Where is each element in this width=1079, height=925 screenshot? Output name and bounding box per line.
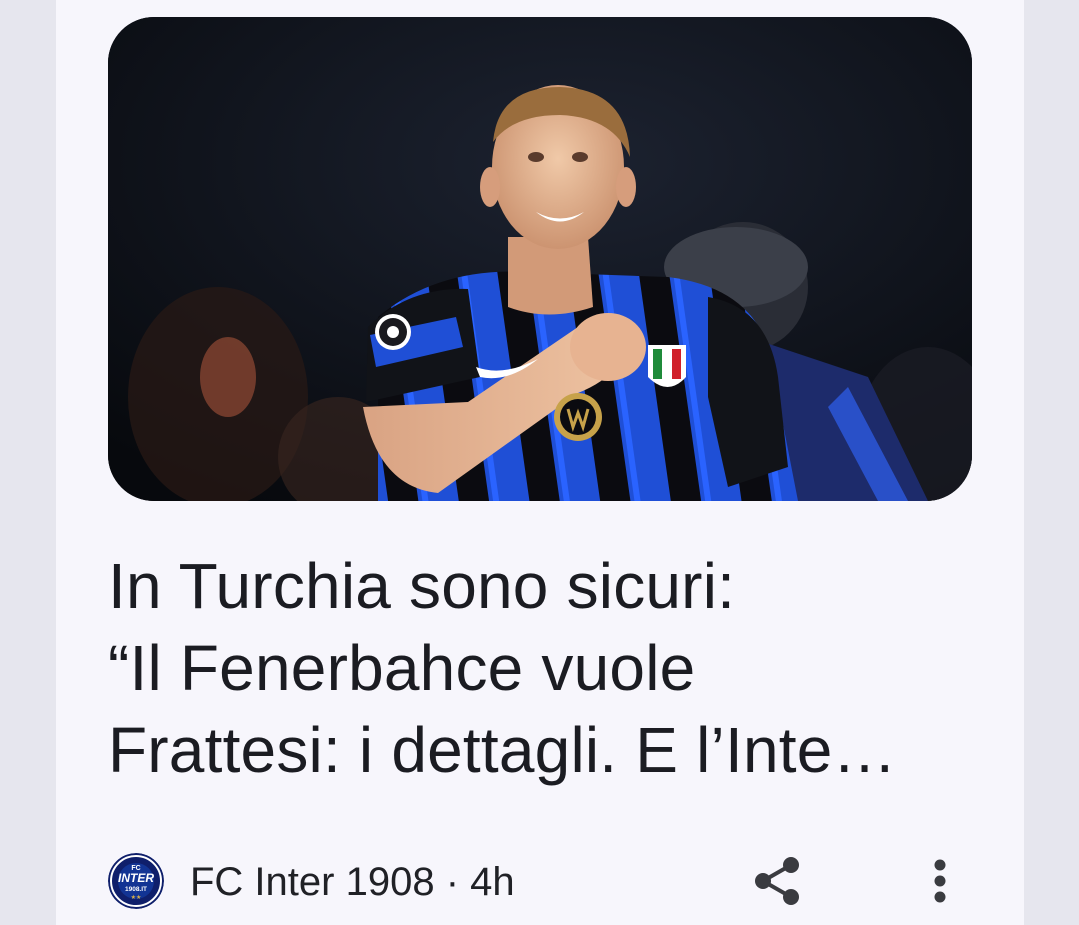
share-icon [755, 857, 799, 905]
player-photo [108, 17, 972, 501]
svg-text:★★: ★★ [131, 894, 142, 901]
more-vert-icon [934, 859, 946, 903]
meta-separator: · [445, 860, 460, 904]
share-button[interactable] [748, 851, 808, 911]
headline-line-1: In Turchia sono sicuri: [108, 550, 736, 622]
news-card[interactable]: In Turchia sono sicuri: “Il Fenerbahce v… [56, 0, 1024, 925]
article-headline[interactable]: In Turchia sono sicuri: “Il Fenerbahce v… [108, 545, 988, 791]
source-info: FC Inter 1908 · 4h [190, 858, 515, 906]
article-thumbnail[interactable] [108, 17, 972, 501]
article-age: 4h [470, 860, 515, 904]
fc-inter-logo-icon: FC INTER 1908.IT ★★ [108, 853, 164, 909]
more-options-button[interactable] [916, 851, 964, 911]
headline-line-3: Frattesi: i dettagli. E l’Inte… [108, 714, 897, 786]
article-meta: FC INTER 1908.IT ★★ FC Inter 1908 · 4h [108, 851, 972, 911]
svg-text:INTER: INTER [118, 871, 154, 885]
headline-line-2: “Il Fenerbahce vuole [108, 632, 696, 704]
svg-text:1908.IT: 1908.IT [125, 886, 147, 893]
source-logo: FC INTER 1908.IT ★★ [108, 853, 164, 909]
source-name[interactable]: FC Inter 1908 [190, 860, 435, 904]
